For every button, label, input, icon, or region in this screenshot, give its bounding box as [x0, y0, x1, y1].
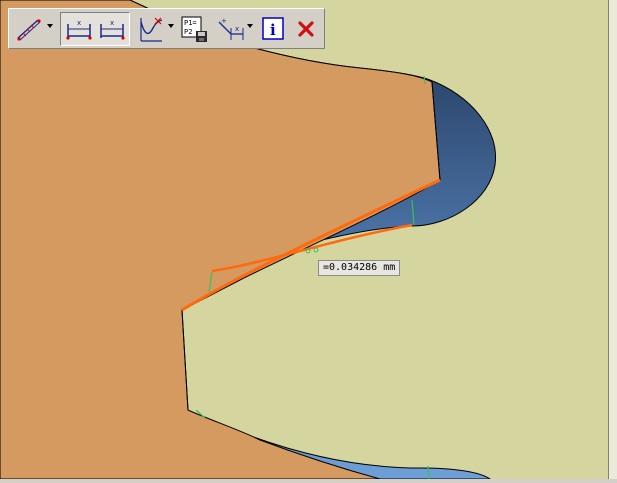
distance-x-icon: x — [66, 19, 92, 40]
info-icon: i — [262, 17, 284, 40]
svg-text:x: x — [110, 19, 114, 27]
curve-analysis-button[interactable] — [135, 14, 165, 44]
axis-dropdown-arrow[interactable] — [247, 24, 253, 28]
svg-text:x: x — [77, 19, 81, 27]
close-icon — [298, 21, 314, 37]
ruler-measure-icon — [17, 19, 41, 41]
measurement-label: =0.034286 mm — [318, 260, 401, 276]
measure-tool-button[interactable] — [14, 14, 44, 44]
cad-viewport[interactable] — [0, 0, 617, 480]
gear-profile-view — [0, 0, 608, 480]
curve-dropdown-arrow[interactable] — [168, 24, 174, 28]
axis-measure-button[interactable]: + x — [215, 14, 245, 44]
svg-text:x: x — [235, 25, 239, 33]
distance-x-button[interactable]: x — [64, 14, 94, 44]
measurement-toolbar: x x P1= P2 + x i — [8, 8, 325, 49]
svg-text:P1=: P1= — [184, 19, 197, 27]
info-button[interactable]: i — [261, 14, 285, 44]
distance-point-button[interactable]: x — [97, 14, 127, 44]
svg-text:P2: P2 — [184, 28, 192, 36]
save-points-button[interactable]: P1= P2 — [180, 14, 210, 44]
measure-dropdown-arrow[interactable] — [47, 24, 53, 28]
axis-angle-icon: + x — [218, 17, 244, 40]
curve-chart-icon — [140, 17, 163, 42]
viewport-scroll-edge — [608, 0, 617, 479]
svg-text:i: i — [270, 21, 276, 39]
close-button[interactable] — [293, 14, 319, 44]
svg-text:+: + — [221, 17, 227, 25]
p1-p2-save-icon: P1= P2 — [181, 16, 207, 42]
distance-point-icon: x — [100, 19, 125, 40]
